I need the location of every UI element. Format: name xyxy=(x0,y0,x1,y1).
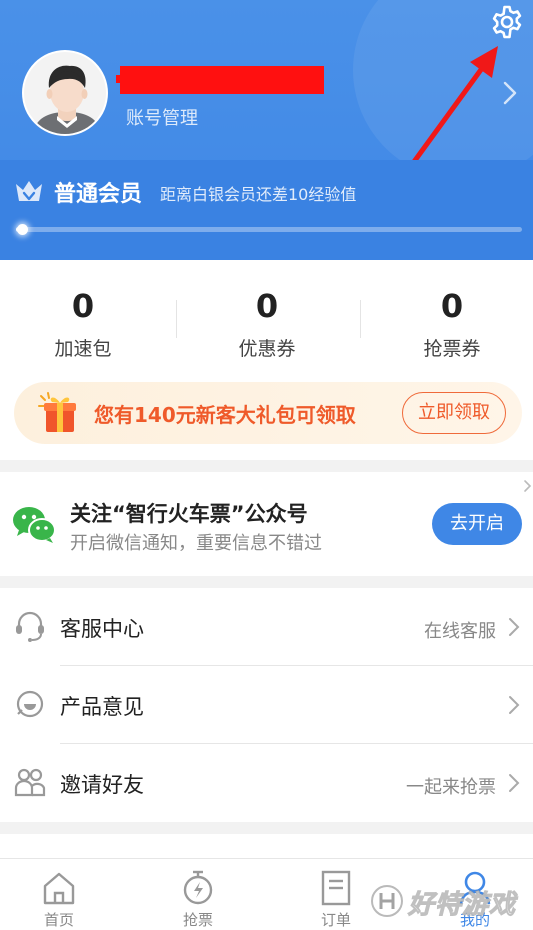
membership-panel[interactable]: 普通会员 距离白银会员还差10经验值 xyxy=(0,160,533,260)
divider xyxy=(176,300,177,338)
assets-card: 0 加速包 0 优惠券 0 抢票券 您有140元新客大礼包可领取 立即领取 xyxy=(0,260,533,460)
tab-home[interactable]: 首页 xyxy=(19,865,99,929)
tab-label: 首页 xyxy=(43,911,74,929)
account-management-link[interactable]: 账号管理 xyxy=(126,104,198,130)
home-icon xyxy=(43,872,75,905)
order-icon xyxy=(321,870,351,906)
feedback-icon xyxy=(16,690,44,718)
stat-label: 加速包 xyxy=(54,338,112,360)
menu-list: 客服中心 在线客服 产品意见 邀请好友 一起来抢票 xyxy=(0,588,533,822)
menu-item-detail: 一起来抢票 xyxy=(406,777,496,798)
menu-item-title: 客服中心 xyxy=(60,617,144,641)
stat-value: 0 xyxy=(71,287,95,325)
wechat-card-title: 关注“智行火车票”公众号 xyxy=(70,502,308,526)
new-user-gift-banner[interactable]: 您有140元新客大礼包可领取 立即领取 xyxy=(14,382,522,444)
chevron-right-icon xyxy=(509,696,520,714)
claim-gift-button[interactable]: 立即领取 xyxy=(402,392,506,434)
avatar-person-icon xyxy=(24,52,106,134)
gift-banner-text: 您有140元新客大礼包可领取 xyxy=(94,403,356,427)
tab-label: 抢票 xyxy=(182,911,213,929)
stat-value: 0 xyxy=(255,287,279,325)
menu-item-title: 产品意见 xyxy=(60,695,144,719)
member-progress-text: 距离白银会员还差10经验值 xyxy=(160,185,357,204)
stat-speed-pack[interactable]: 0 加速包 xyxy=(13,286,153,361)
avatar[interactable] xyxy=(22,50,108,136)
friends-icon xyxy=(14,768,46,797)
divider xyxy=(360,300,361,338)
menu-item-detail: 在线客服 xyxy=(424,621,496,642)
wechat-icon xyxy=(13,507,56,543)
bottom-tab-bar: 首页 抢票 订单 我的 xyxy=(0,858,533,930)
tab-orders[interactable]: 订单 xyxy=(296,865,376,929)
menu-item-feedback[interactable]: 产品意见 xyxy=(0,666,533,744)
chevron-right-icon[interactable] xyxy=(522,476,533,496)
chevron-right-icon xyxy=(509,774,520,792)
member-level: 普通会员 xyxy=(54,182,143,207)
menu-item-invite-friends[interactable]: 邀请好友 一起来抢票 xyxy=(0,744,533,822)
stat-label: 抢票券 xyxy=(423,338,481,360)
wechat-card-subtitle: 开启微信通知，重要信息不错过 xyxy=(70,533,322,554)
chevron-right-icon xyxy=(509,618,520,636)
tab-label: 我的 xyxy=(459,911,490,929)
gift-box-icon xyxy=(38,392,76,432)
enable-wechat-button[interactable]: 去开启 xyxy=(432,503,522,545)
profile-icon xyxy=(459,871,491,905)
menu-item-title: 邀请好友 xyxy=(60,773,144,797)
tab-grab-tickets[interactable]: 抢票 xyxy=(158,865,238,929)
member-progress-dot xyxy=(17,224,28,235)
wechat-follow-card: 关注“智行火车票”公众号 开启微信通知，重要信息不错过 去开启 xyxy=(0,472,533,576)
stat-label: 优惠券 xyxy=(238,338,296,360)
settings-gear-icon[interactable] xyxy=(489,4,525,40)
stopwatch-icon xyxy=(183,870,213,905)
chevron-right-icon[interactable] xyxy=(500,80,520,106)
headset-icon xyxy=(16,611,44,642)
member-progress-bar xyxy=(16,224,522,235)
profile-header: 账号管理 普通会员 距离白银会员还差10经验值 xyxy=(0,0,533,260)
tab-mine[interactable]: 我的 xyxy=(435,865,515,929)
stat-coupons[interactable]: 0 优惠券 xyxy=(197,286,337,361)
username-redaction xyxy=(116,66,324,94)
menu-item-customer-service[interactable]: 客服中心 在线客服 xyxy=(0,588,533,666)
tab-label: 订单 xyxy=(320,911,351,929)
stat-value: 0 xyxy=(440,287,464,325)
crown-badge-icon xyxy=(16,181,42,201)
stat-ticket-vouchers[interactable]: 0 抢票券 xyxy=(382,286,522,361)
